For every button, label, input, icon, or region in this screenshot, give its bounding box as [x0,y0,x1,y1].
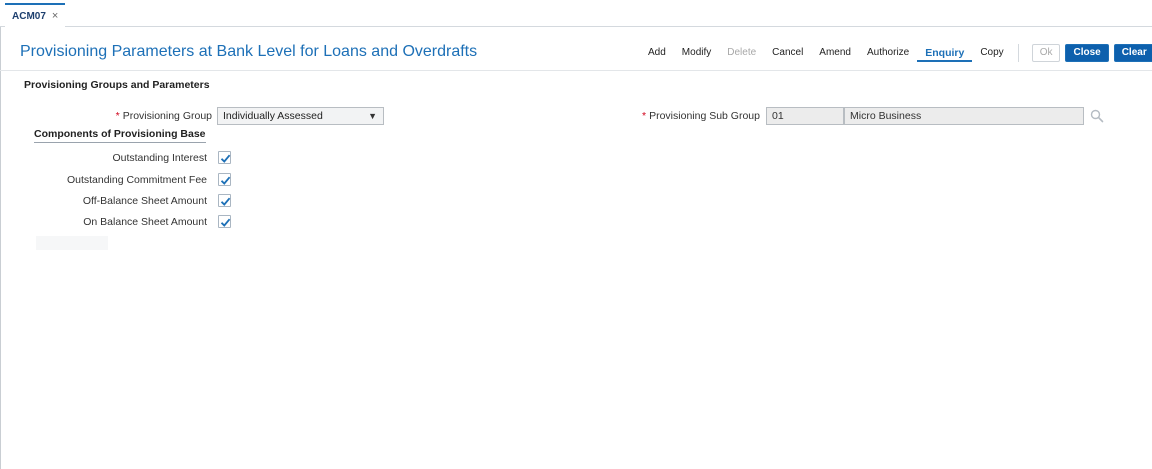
on-balance-sheet-amount-checkbox[interactable] [218,215,231,228]
enquiry-action[interactable]: Enquiry [917,44,973,62]
delete-action[interactable]: Delete [719,44,764,62]
provisioning-sub-group-label: * Provisioning Sub Group [630,110,760,122]
required-marker: * [642,110,647,122]
component-row-off-balance-sheet-amount: Off-Balance Sheet Amount [0,194,240,210]
provisioning-sub-group-description-field[interactable]: Micro Business [844,107,1084,125]
component-label: Off-Balance Sheet Amount [82,195,207,207]
ok-button[interactable]: Ok [1031,44,1061,62]
title-bar: Provisioning Parameters at Bank Level fo… [0,33,1152,71]
modify-action[interactable]: Modify [674,44,719,62]
check-icon [220,154,231,163]
components-title: Components of Provisioning Base [34,128,206,143]
component-row-outstanding-commitment-fee: Outstanding Commitment Fee [0,173,240,189]
add-action[interactable]: Add [640,44,674,62]
off-balance-sheet-amount-checkbox[interactable] [218,194,231,207]
window-left-border [0,27,1,469]
authorize-action[interactable]: Authorize [859,44,917,62]
placeholder-block [36,236,108,250]
tab-label: ACM07 [12,10,46,22]
provisioning-group-select[interactable]: Individually Assessed ▼ [217,107,384,125]
section-title: Provisioning Groups and Parameters [24,79,210,91]
check-icon [220,176,231,185]
provisioning-group-label-text: Provisioning Group [122,110,212,122]
provisioning-group-value: Individually Assessed [223,110,323,122]
chevron-down-icon: ▼ [368,111,377,121]
check-icon [220,197,231,206]
amend-action[interactable]: Amend [811,44,859,62]
toolbar-divider [1017,44,1019,62]
provisioning-sub-group-code-field[interactable]: 01 [766,107,844,125]
clear-button[interactable]: Clear [1113,44,1152,62]
component-label: Outstanding Interest [112,152,207,164]
component-row-outstanding-interest: Outstanding Interest [0,151,240,167]
required-marker: * [115,110,120,122]
tab-close-icon[interactable]: × [52,10,58,22]
tab-acm07[interactable]: ACM07 × [5,3,66,27]
action-toolbar: Add Modify Delete Cancel Amend Authorize… [640,43,1152,63]
component-label: Outstanding Commitment Fee [66,174,207,186]
provisioning-group-label: * Provisioning Group [100,110,212,122]
outstanding-interest-checkbox[interactable] [218,151,231,164]
close-button[interactable]: Close [1065,44,1109,62]
search-icon[interactable] [1090,109,1104,123]
component-label: On Balance Sheet Amount [83,216,207,228]
outstanding-commitment-fee-checkbox[interactable] [218,173,231,186]
provisioning-sub-group-label-text: Provisioning Sub Group [649,110,760,122]
check-icon [220,218,231,227]
page-title: Provisioning Parameters at Bank Level fo… [20,43,478,60]
copy-action[interactable]: Copy [972,44,1011,62]
component-row-on-balance-sheet-amount: On Balance Sheet Amount [0,215,240,231]
tab-bar: ACM07 × [0,0,1152,27]
cancel-action[interactable]: Cancel [764,44,811,62]
